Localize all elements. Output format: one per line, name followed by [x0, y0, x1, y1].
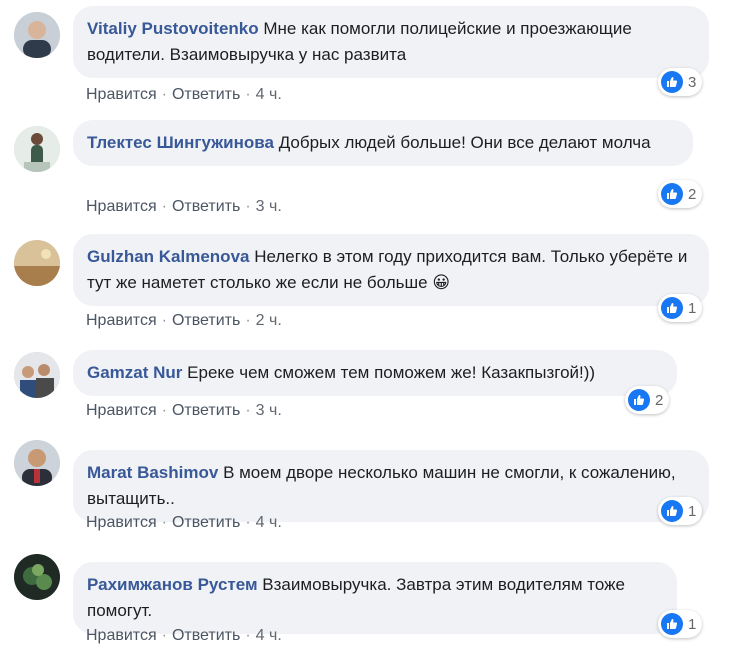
avatar[interactable] [14, 352, 60, 398]
separator: · [245, 627, 251, 644]
timestamp[interactable]: 3 ч. [256, 402, 282, 419]
separator: · [161, 514, 167, 531]
avatar[interactable] [14, 240, 60, 286]
reaction-count[interactable]: 3 [658, 68, 703, 96]
separator: · [161, 627, 167, 644]
separator: · [245, 402, 251, 419]
comment-bubble: Тлектес Шингужинова Добрых людей больше!… [73, 120, 693, 166]
separator: · [245, 312, 251, 329]
reaction-number: 1 [688, 502, 697, 520]
reaction-count[interactable]: 1 [658, 610, 703, 638]
thumbs-up-icon [628, 389, 650, 411]
comment-bubble: Gulzhan Kalmenova Нелегко в этом году пр… [73, 234, 709, 306]
reaction-count[interactable]: 1 [658, 497, 703, 525]
separator: · [161, 86, 167, 103]
reply-link[interactable]: Ответить [172, 198, 240, 215]
thumbs-up-icon [661, 183, 683, 205]
comment-actions: Нравится · Ответить · 4 ч. [86, 86, 282, 104]
grinning-emoji-icon: 😀 [432, 273, 451, 292]
comment-author[interactable]: Vitaliy Pustovoitenko [87, 19, 259, 38]
reply-link[interactable]: Ответить [172, 86, 240, 103]
reaction-count[interactable]: 2 [658, 180, 703, 208]
reaction-number: 3 [688, 73, 697, 91]
comment-actions: Нравится · Ответить · 4 ч. [86, 514, 282, 532]
reaction-number: 1 [688, 299, 697, 317]
comment-actions: Нравится · Ответить · 2 ч. [86, 312, 282, 330]
like-link[interactable]: Нравится [86, 198, 157, 215]
comment-bubble: Marat Bashimov В моем дворе несколько ма… [73, 450, 709, 522]
separator: · [161, 312, 167, 329]
comment-author[interactable]: Тлектес Шингужинова [87, 133, 274, 152]
comment-bubble: Vitaliy Pustovoitenko Мне как помогли по… [73, 6, 709, 78]
timestamp[interactable]: 3 ч. [256, 198, 282, 215]
timestamp[interactable]: 4 ч. [256, 627, 282, 644]
timestamp[interactable]: 4 ч. [256, 514, 282, 531]
separator: · [245, 514, 251, 531]
thumbs-up-icon [661, 613, 683, 635]
like-link[interactable]: Нравится [86, 514, 157, 531]
reply-link[interactable]: Ответить [172, 312, 240, 329]
separator: · [161, 198, 167, 215]
like-link[interactable]: Нравится [86, 627, 157, 644]
avatar[interactable] [14, 554, 60, 600]
reply-link[interactable]: Ответить [172, 627, 240, 644]
reaction-number: 1 [688, 615, 697, 633]
reply-link[interactable]: Ответить [172, 514, 240, 531]
comment-author[interactable]: Gamzat Nur [87, 363, 182, 382]
comment-text: Ереке чем сможем тем поможем же! Казакпы… [187, 363, 596, 382]
comment-author[interactable]: Рахимжанов Рустем [87, 575, 258, 594]
timestamp[interactable]: 2 ч. [256, 312, 282, 329]
reply-link[interactable]: Ответить [172, 402, 240, 419]
reaction-count[interactable]: 1 [658, 294, 703, 322]
separator: · [245, 86, 251, 103]
avatar[interactable] [14, 440, 60, 486]
thumbs-up-icon [661, 500, 683, 522]
like-link[interactable]: Нравится [86, 312, 157, 329]
comment-bubble: Gamzat Nur Ереке чем сможем тем поможем … [73, 350, 677, 396]
reaction-count[interactable]: 2 [625, 386, 670, 414]
thumbs-up-icon [661, 71, 683, 93]
avatar[interactable] [14, 126, 60, 172]
timestamp[interactable]: 4 ч. [256, 86, 282, 103]
comment-text: Добрых людей больше! Они все делают молч… [278, 133, 651, 152]
comment-actions: Нравится · Ответить · 3 ч. [86, 198, 282, 216]
reaction-number: 2 [688, 185, 697, 203]
separator: · [245, 198, 251, 215]
avatar[interactable] [14, 12, 60, 58]
comment-actions: Нравится · Ответить · 3 ч. [86, 402, 282, 420]
comment-actions: Нравится · Ответить · 4 ч. [86, 627, 282, 645]
reaction-number: 2 [655, 391, 664, 409]
comment-bubble: Рахимжанов Рустем Взаимовыручка. Завтра … [73, 562, 677, 634]
like-link[interactable]: Нравится [86, 402, 157, 419]
comment-author[interactable]: Marat Bashimov [87, 463, 218, 482]
thumbs-up-icon [661, 297, 683, 319]
like-link[interactable]: Нравится [86, 86, 157, 103]
separator: · [161, 402, 167, 419]
comment-author[interactable]: Gulzhan Kalmenova [87, 247, 249, 266]
